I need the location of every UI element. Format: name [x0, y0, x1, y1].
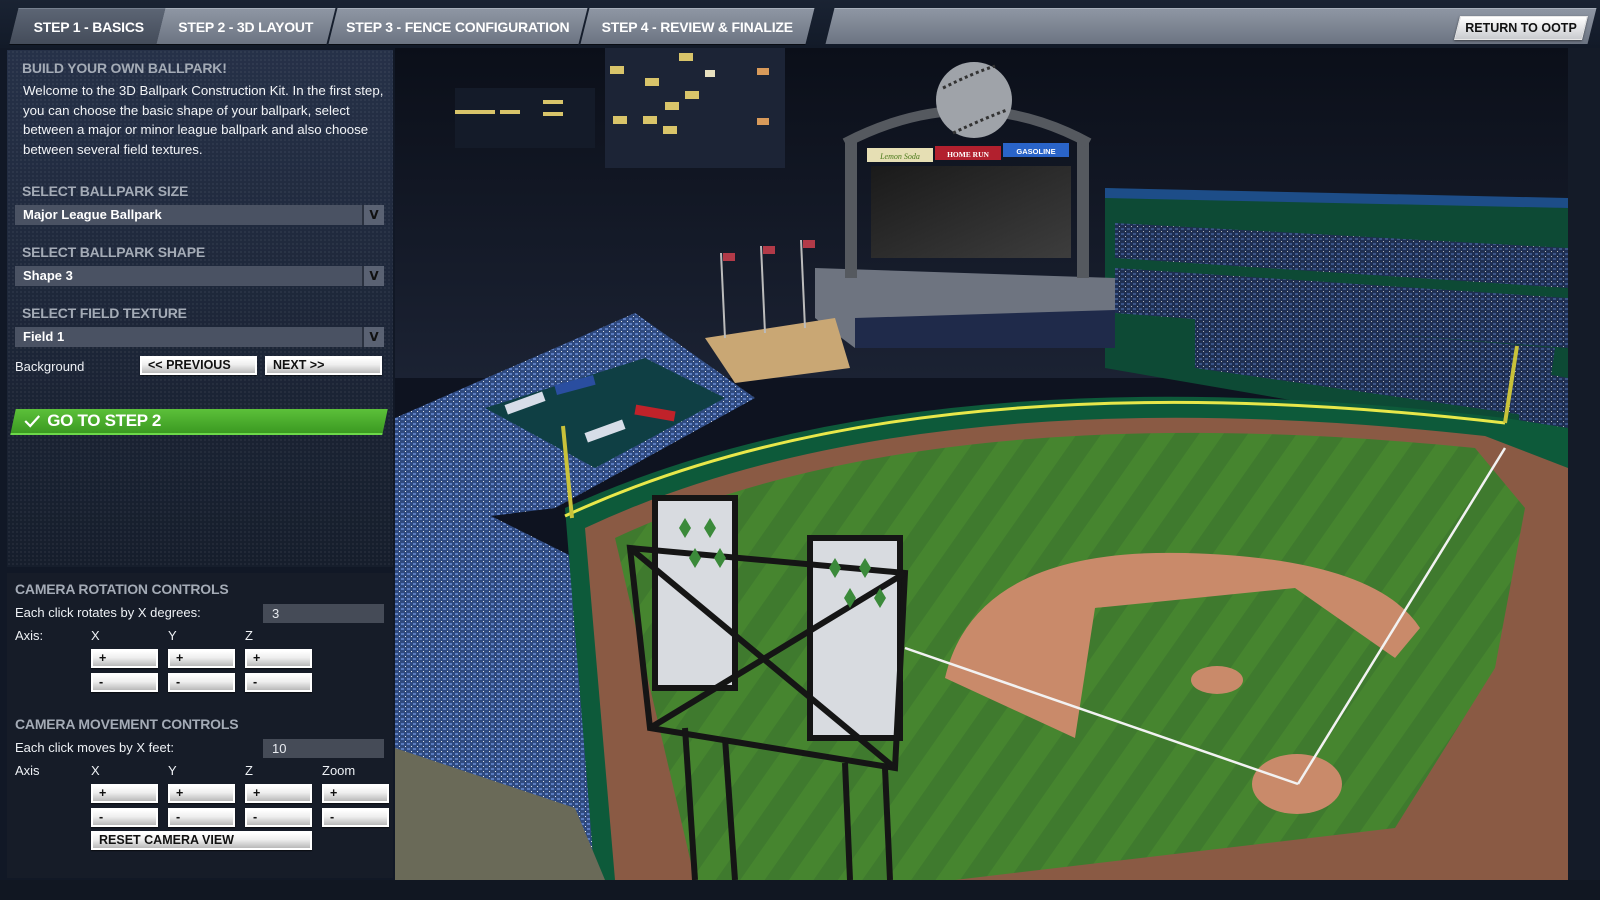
tab-label: STEP 4 - REVIEW & FINALIZE	[601, 19, 793, 35]
go-to-step-2-label: GO TO STEP 2	[47, 411, 162, 430]
svg-text:GASOLINE: GASOLINE	[1016, 147, 1055, 156]
move-z-minus-button[interactable]: -	[245, 808, 312, 827]
svg-text:HOME RUN: HOME RUN	[947, 150, 989, 159]
zoom-plus-button[interactable]: +	[322, 784, 389, 803]
intro-text: Welcome to the 3D Ballpark Construction …	[23, 83, 384, 158]
tab-label: STEP 3 - FENCE CONFIGURATION	[346, 19, 570, 35]
rotation-axis-y-label: Y	[168, 628, 177, 643]
movement-step-label: Each click moves by X feet:	[15, 740, 174, 755]
camera-controls-panel: CAMERA ROTATION CONTROLS Each click rota…	[7, 573, 393, 878]
background-next-button[interactable]: NEXT >>	[265, 356, 382, 375]
background-previous-button[interactable]: << PREVIOUS	[140, 356, 257, 375]
ballpark-size-value: Major League Ballpark	[23, 207, 162, 222]
rotation-step-label: Each click rotates by X degrees:	[15, 605, 201, 620]
movement-feet-input[interactable]	[263, 739, 384, 758]
ballpark-size-label: SELECT BALLPARK SIZE	[22, 183, 189, 199]
rotate-x-minus-button[interactable]: -	[91, 673, 158, 692]
ballpark-shape-select[interactable]: Shape 3 V	[15, 266, 384, 286]
ballpark-shape-label: SELECT BALLPARK SHAPE	[22, 244, 205, 260]
field-texture-select[interactable]: Field 1 V	[15, 327, 384, 347]
camera-rotation-title: CAMERA ROTATION CONTROLS	[15, 581, 229, 597]
camera-movement-title: CAMERA MOVEMENT CONTROLS	[15, 716, 239, 732]
window-bottom-edge	[0, 880, 1600, 900]
svg-text:Lemon Soda: Lemon Soda	[879, 152, 920, 161]
rotate-y-minus-button[interactable]: -	[168, 673, 235, 692]
move-x-plus-button[interactable]: +	[91, 784, 158, 803]
rotate-z-plus-button[interactable]: +	[245, 649, 312, 668]
move-y-minus-button[interactable]: -	[168, 808, 235, 827]
movement-axis-x-label: X	[91, 763, 100, 778]
rotation-axis-label: Axis:	[15, 628, 44, 643]
window-right-edge	[1568, 48, 1600, 900]
step-tab-bar: STEP 1 - BASICS STEP 2 - 3D LAYOUT STEP …	[0, 0, 1600, 48]
rotate-y-plus-button[interactable]: +	[168, 649, 235, 668]
tab-step-3-fence-configuration[interactable]: STEP 3 - FENCE CONFIGURATION	[328, 8, 588, 44]
checkmark-icon	[24, 415, 41, 428]
tab-label: STEP 1 - BASICS	[33, 19, 144, 35]
chevron-down-icon[interactable]: V	[362, 266, 384, 286]
movement-axis-label: Axis	[15, 763, 40, 778]
rotation-axis-z-label: Z	[245, 628, 253, 643]
baseball-ornament	[936, 62, 1012, 138]
pitchers-mound	[1191, 666, 1243, 694]
return-button-label: RETURN TO OOTP	[1465, 21, 1577, 35]
rotation-axis-x-label: X	[91, 628, 100, 643]
move-y-plus-button[interactable]: +	[168, 784, 235, 803]
ballpark-size-select[interactable]: Major League Ballpark V	[15, 205, 384, 225]
intro-title: BUILD YOUR OWN BALLPARK!	[22, 60, 227, 76]
move-z-plus-button[interactable]: +	[245, 784, 312, 803]
movement-axis-z-label: Z	[245, 763, 253, 778]
tab-step-2-3d-layout[interactable]: STEP 2 - 3D LAYOUT	[156, 8, 336, 44]
ballpark-shape-value: Shape 3	[23, 268, 73, 283]
go-to-step-2-button[interactable]: GO TO STEP 2	[10, 409, 388, 435]
movement-axis-y-label: Y	[168, 763, 177, 778]
background-label: Background	[15, 359, 85, 374]
basics-panel: BUILD YOUR OWN BALLPARK! Welcome to the …	[7, 50, 393, 567]
field-texture-value: Field 1	[23, 329, 65, 344]
move-x-minus-button[interactable]: -	[91, 808, 158, 827]
chevron-down-icon[interactable]: V	[362, 205, 384, 225]
tab-step-4-review-finalize[interactable]: STEP 4 - REVIEW & FINALIZE	[580, 8, 815, 44]
reset-camera-view-button[interactable]: RESET CAMERA VIEW	[91, 831, 312, 850]
tab-label: STEP 2 - 3D LAYOUT	[178, 19, 314, 35]
field-texture-label: SELECT FIELD TEXTURE	[22, 305, 187, 321]
zoom-minus-button[interactable]: -	[322, 808, 389, 827]
tab-step-1-basics[interactable]: STEP 1 - BASICS	[9, 8, 169, 44]
movement-axis-zoom-label: Zoom	[322, 763, 356, 778]
rotate-x-plus-button[interactable]: +	[91, 649, 158, 668]
return-to-ootp-button[interactable]: RETURN TO OOTP	[1454, 16, 1588, 40]
ballpark-scene: Lemon Soda HOME RUN GASOLINE	[395, 48, 1568, 880]
rotate-z-minus-button[interactable]: -	[245, 673, 312, 692]
ballpark-3d-viewport[interactable]: Lemon Soda HOME RUN GASOLINE	[395, 48, 1568, 880]
chevron-down-icon[interactable]: V	[362, 327, 384, 347]
rotation-degrees-input[interactable]	[263, 604, 384, 623]
